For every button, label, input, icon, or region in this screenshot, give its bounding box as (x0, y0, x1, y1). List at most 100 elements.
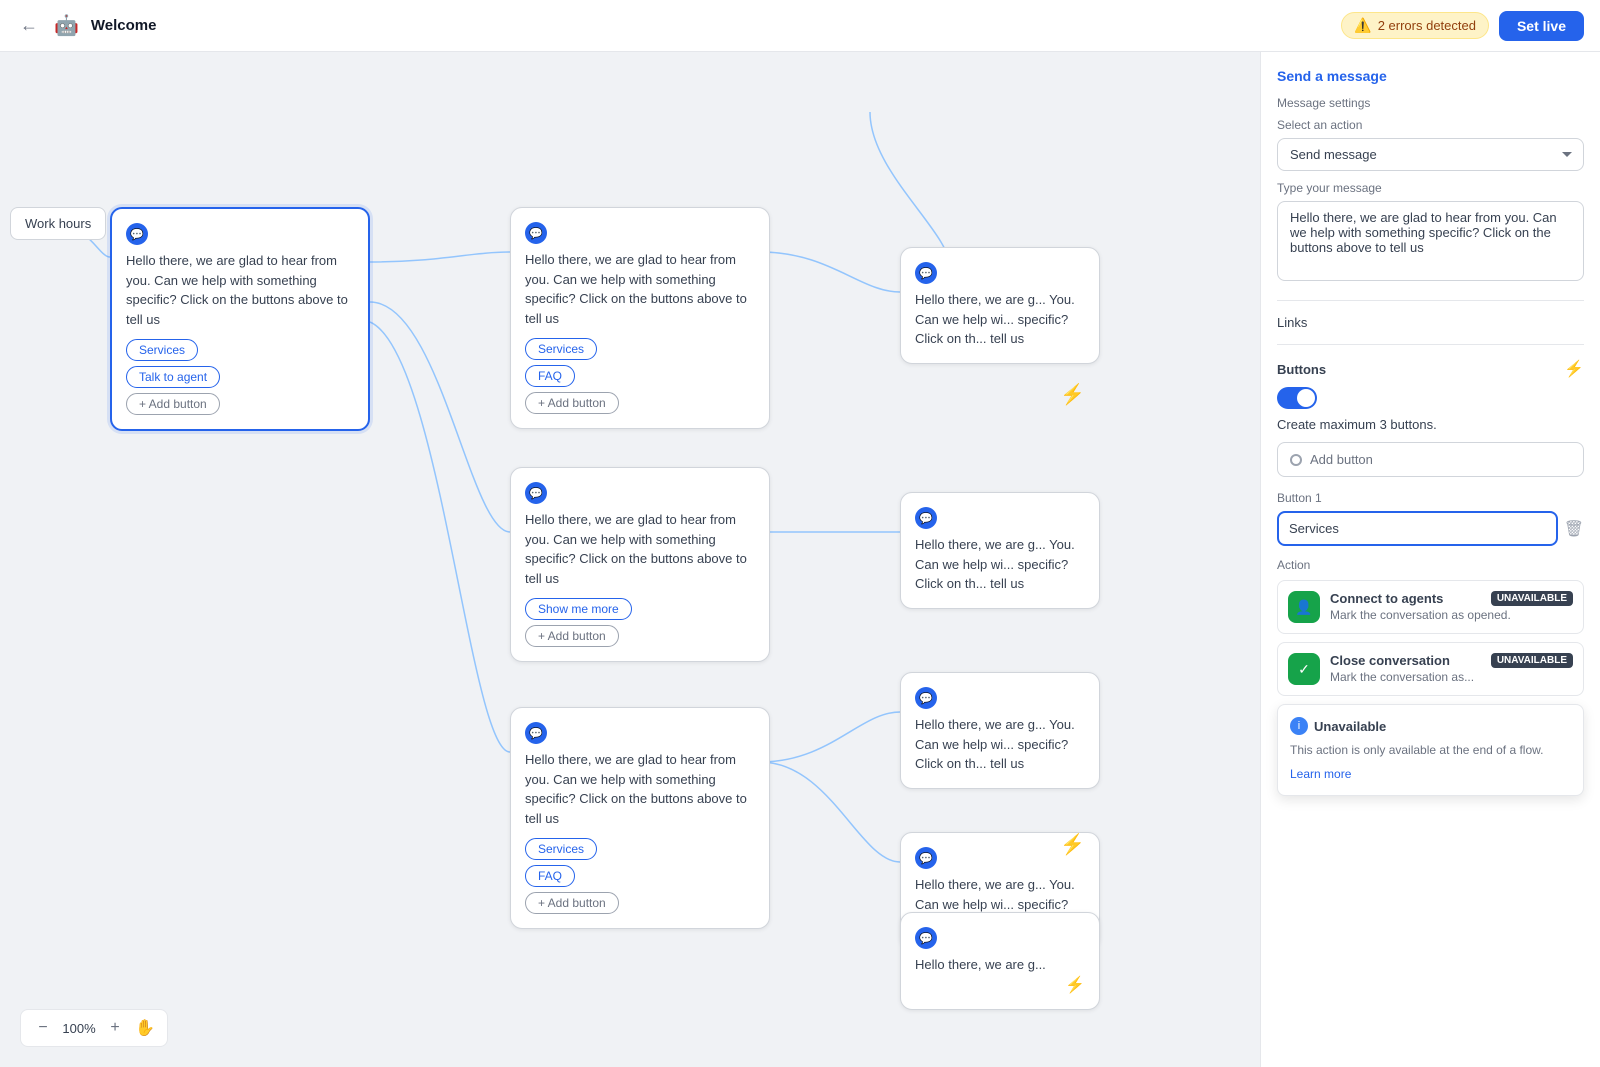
button1-label: Button 1 (1277, 491, 1584, 505)
button1-row: 🗑 (1277, 511, 1584, 546)
services-button-2[interactable]: Services (525, 338, 597, 360)
unavailable-badge-2: UNAVAILABLE (1491, 653, 1573, 668)
flow-node-2[interactable]: 💬 Hello there, we are glad to hear from … (510, 207, 770, 429)
add-button-row[interactable]: Add button (1277, 442, 1584, 477)
action-title-1: Connect to agents (1330, 591, 1511, 606)
flow-node-9[interactable]: 💬 Hello there, we are g... ⚡ (900, 912, 1100, 1010)
node-text-3: Hello there, we are g... You. Can we hel… (915, 290, 1085, 349)
tooltip-text: This action is only available at the end… (1290, 741, 1571, 759)
node-buttons-4: Show me more + Add button (525, 598, 755, 647)
work-hours-label: Work hours (25, 216, 91, 231)
add-button-2[interactable]: + Add button (525, 392, 619, 414)
action-desc-2: Mark the conversation as... (1330, 670, 1474, 684)
zoom-in-button[interactable]: + (103, 1016, 127, 1040)
node-icon-5: 💬 (915, 507, 937, 529)
canvas-controls: − 100% + ✋ (20, 1009, 168, 1047)
add-button-6[interactable]: + Add button (525, 892, 619, 914)
close-conv-icon: ✓ (1298, 661, 1310, 678)
topbar: ← 🤖 Welcome ⚠️ 2 errors detected Set liv… (0, 0, 1600, 52)
node-text-5: Hello there, we are g... You. Can we hel… (915, 535, 1085, 594)
node-icon-1: 💬 (126, 223, 148, 245)
set-live-button[interactable]: Set live (1499, 11, 1584, 41)
action-select[interactable]: Send message (1277, 138, 1584, 171)
node-buttons-6: Services FAQ + Add button (525, 838, 755, 914)
buttons-label: Buttons (1277, 362, 1326, 377)
services-button-6[interactable]: Services (525, 838, 597, 860)
faq-button-2[interactable]: FAQ (525, 365, 575, 387)
node-icon-6: 💬 (525, 722, 547, 744)
message-settings-label: Message settings (1277, 96, 1584, 110)
node-icon-3: 💬 (915, 262, 937, 284)
type-message-label: Type your message (1277, 181, 1584, 195)
node-icon-7: 💬 (915, 687, 937, 709)
unavailable-tooltip: i Unavailable This action is only availa… (1277, 704, 1584, 796)
error-badge: ⚠️ 2 errors detected (1341, 12, 1489, 39)
action-label: Action (1277, 558, 1584, 572)
action-item-2: ✓ Close conversation Mark the conversati… (1277, 642, 1584, 696)
flow-node-4[interactable]: 💬 Hello there, we are glad to hear from … (510, 467, 770, 662)
info-icon: i (1290, 717, 1308, 735)
zoom-out-button[interactable]: − (31, 1016, 55, 1040)
links-label: Links (1277, 315, 1584, 330)
add-button-4[interactable]: + Add button (525, 625, 619, 647)
faq-button-6[interactable]: FAQ (525, 865, 575, 887)
show-more-button[interactable]: Show me more (525, 598, 632, 620)
learn-more-link[interactable]: Learn more (1290, 767, 1351, 781)
tooltip-header: i Unavailable (1290, 717, 1571, 735)
action-item-1: 👤 Connect to agents Mark the conversatio… (1277, 580, 1584, 634)
action-title-2: Close conversation (1330, 653, 1474, 668)
node-icon-8: 💬 (915, 847, 937, 869)
node-buttons-2: Services FAQ + Add button (525, 338, 755, 414)
add-button-1[interactable]: + Add button (126, 393, 220, 415)
lightning-2: ⚡ (1060, 832, 1085, 857)
node-text-2: Hello there, we are glad to hear from yo… (525, 250, 755, 328)
zoom-level: 100% (61, 1021, 97, 1036)
toggle-wrap (1277, 387, 1584, 409)
action-icon-2: ✓ (1288, 653, 1320, 685)
lightning-1: ⚡ (1060, 382, 1085, 407)
node-icon-2: 💬 (525, 222, 547, 244)
button1-input[interactable] (1277, 511, 1558, 546)
action-desc-1: Mark the conversation as opened. (1330, 608, 1511, 622)
divider-1 (1277, 300, 1584, 301)
flow-node-3[interactable]: 💬 Hello there, we are g... You. Can we h… (900, 247, 1100, 364)
action-content-1: Connect to agents Mark the conversation … (1330, 591, 1511, 622)
unavailable-badge-1: UNAVAILABLE (1491, 591, 1573, 606)
buttons-toggle[interactable] (1277, 387, 1317, 409)
node-text-7: Hello there, we are g... You. Can we hel… (915, 715, 1085, 774)
flow-node-6[interactable]: 💬 Hello there, we are glad to hear from … (510, 707, 770, 929)
right-panel: Send a message Message settings Select a… (1260, 52, 1600, 1067)
back-button[interactable]: ← (16, 11, 42, 40)
action-icon-1: 👤 (1288, 591, 1320, 623)
toggle-knob (1297, 389, 1315, 407)
flow-node-7[interactable]: 💬 Hello there, we are g... You. Can we h… (900, 672, 1100, 789)
node-buttons-1: Services Talk to agent + Add button (126, 339, 354, 415)
topbar-left: ← 🤖 Welcome (16, 11, 157, 40)
node-icon-4: 💬 (525, 482, 547, 504)
send-message-title: Send a message (1277, 68, 1584, 84)
node-text-6: Hello there, we are glad to hear from yo… (525, 750, 755, 828)
work-hours-node: Work hours (10, 207, 106, 240)
divider-2 (1277, 344, 1584, 345)
flow-node-5[interactable]: 💬 Hello there, we are g... You. Can we h… (900, 492, 1100, 609)
flow-canvas: Work hours 💬 Hello there, we are glad to… (0, 52, 1260, 1067)
action-content-2: Close conversation Mark the conversation… (1330, 653, 1474, 684)
node-text-9: Hello there, we are g... (915, 955, 1085, 975)
lightning-icon: ⚡ (1564, 359, 1584, 379)
warning-icon: ⚠️ (1354, 17, 1371, 34)
node-icon-9: 💬 (915, 927, 937, 949)
hand-tool-button[interactable]: ✋ (133, 1016, 157, 1040)
topbar-right: ⚠️ 2 errors detected Set live (1341, 11, 1584, 41)
buttons-header: Buttons ⚡ (1277, 359, 1584, 379)
node-text-1: Hello there, we are glad to hear from yo… (126, 251, 354, 329)
flow-node-1[interactable]: 💬 Hello there, we are glad to hear from … (110, 207, 370, 431)
node-text-4: Hello there, we are glad to hear from yo… (525, 510, 755, 588)
app-title: Welcome (91, 17, 157, 34)
add-button-label: Add button (1310, 452, 1373, 467)
delete-button1[interactable]: 🗑 (1564, 519, 1584, 539)
services-button-1[interactable]: Services (126, 339, 198, 361)
tooltip-title: Unavailable (1314, 719, 1386, 734)
message-textarea[interactable]: Hello there, we are glad to hear from yo… (1277, 201, 1584, 281)
connect-agents-icon: 👤 (1295, 599, 1312, 616)
talk-agent-button[interactable]: Talk to agent (126, 366, 220, 388)
